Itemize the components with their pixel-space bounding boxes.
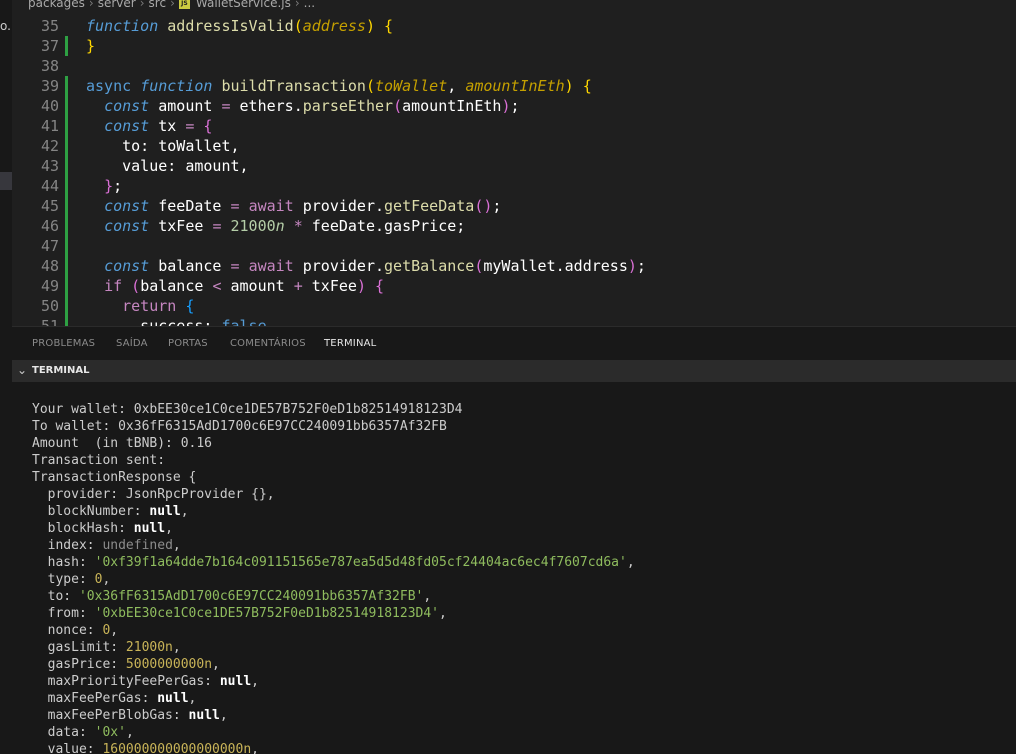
code-text: const txFee = 21000n * feeDate.gasPrice; xyxy=(104,217,466,235)
line-number: 39 xyxy=(40,77,59,95)
terminal-section-title: TERMINAL xyxy=(32,365,90,376)
terminal-line: TransactionResponse { xyxy=(32,470,197,485)
terminal-line: index: undefined, xyxy=(32,538,181,553)
line-number: 45 xyxy=(40,197,59,215)
breadcrumb-item-symbols[interactable]: ... xyxy=(304,0,315,10)
terminal-line: Your wallet: 0xbEE30ce1C0ce1DE57B752F0eD… xyxy=(32,402,463,417)
terminal-line: maxFeePerGas: null, xyxy=(32,691,197,706)
line-number: 51 xyxy=(40,317,59,326)
terminal-line: blockHash: null, xyxy=(32,521,173,536)
tab-output[interactable]: SAÍDA xyxy=(116,338,148,349)
breadcrumb-item-file[interactable]: WalletService.js xyxy=(196,0,291,10)
terminal-line: from: '0xbEE30ce1C0ce1DE57B752F0eD1b8251… xyxy=(32,606,447,621)
js-file-icon: JS xyxy=(178,0,190,9)
terminal-line: value: 160000000000000000n, xyxy=(32,742,259,754)
terminal-output[interactable]: Your wallet: 0xbEE30ce1C0ce1DE57B752F0eD… xyxy=(12,382,1016,754)
code-text: function addressIsValid(address) { xyxy=(86,17,394,35)
tab-ports[interactable]: PORTAS xyxy=(168,338,208,349)
code-text: return { xyxy=(122,297,195,315)
code-text: const feeDate = await provider.getFeeDat… xyxy=(104,197,502,215)
terminal-line: Amount (in tBNB): 0.16 xyxy=(32,436,213,451)
line-number: 37 xyxy=(40,37,59,55)
chevron-right-icon: › xyxy=(139,0,145,10)
terminal-line: gasPrice: 5000000000n, xyxy=(32,657,220,672)
chevron-down-icon[interactable]: ⌄ xyxy=(17,363,27,377)
line-number: 41 xyxy=(40,117,59,135)
tab-problems[interactable]: PROBLEMAS xyxy=(32,338,95,349)
line-number: 49 xyxy=(40,277,59,295)
activity-strip: o... xyxy=(0,0,19,754)
code-text: if (balance < amount + txFee) { xyxy=(104,277,385,295)
chevron-right-icon: › xyxy=(170,0,175,10)
terminal-line: blockNumber: null, xyxy=(32,504,189,519)
line-number: 40 xyxy=(40,97,59,115)
code-text: }; xyxy=(104,177,123,195)
chevron-right-icon: › xyxy=(294,0,300,10)
terminal-line: provider: JsonRpcProvider {}, xyxy=(32,487,275,502)
code-text: } xyxy=(86,37,96,55)
modified-lines-indicator xyxy=(65,36,68,56)
terminal-section-header[interactable]: ⌄ TERMINAL xyxy=(12,360,1016,382)
line-number: 43 xyxy=(40,157,59,175)
terminal-line: data: '0x', xyxy=(32,725,134,740)
code-text: success: false xyxy=(86,317,267,326)
chevron-right-icon: › xyxy=(88,0,94,10)
breadcrumb-item-packages[interactable]: packages xyxy=(28,0,85,10)
tab-terminal[interactable]: TERMINAL xyxy=(324,338,376,349)
terminal-line: maxPriorityFeePerGas: null, xyxy=(32,674,259,689)
panel-tab-bar: PROBLEMAS SAÍDA PORTAS COMENTÁRIOS TERMI… xyxy=(12,326,1016,361)
line-number: 50 xyxy=(40,297,59,315)
line-number: 35 xyxy=(40,17,59,35)
breadcrumb-item-src[interactable]: src xyxy=(149,0,167,10)
line-number: 46 xyxy=(40,217,59,235)
code-text: async function buildTransaction(toWallet… xyxy=(86,77,592,95)
terminal-line: nonce: 0, xyxy=(32,623,119,638)
code-text: const amount = ethers.parseEther(amountI… xyxy=(104,97,520,115)
sidebar-selection xyxy=(0,172,12,190)
terminal-line: Transaction sent: xyxy=(32,453,166,468)
terminal-line: hash: '0xf39f1a64dde7b164c091151565e787e… xyxy=(32,555,635,570)
line-number: 42 xyxy=(40,137,59,155)
breadcrumb: packages › server › src › JS WalletService.js ›.… xyxy=(12,0,1016,14)
terminal-line: to: '0x36fF6315AdD1700c6E97CC240091bb635… xyxy=(32,589,432,604)
tab-comments[interactable]: COMENTÁRIOS xyxy=(230,338,306,349)
code-editor[interactable]: 35 function addressIsValid(address) { 37} 3… xyxy=(12,14,1016,326)
code-text: const balance = await provider.getBalanc… xyxy=(104,257,646,275)
code-text: const tx = { xyxy=(104,117,213,135)
line-number: 44 xyxy=(40,177,59,195)
terminal-line: gasLimit: 21000n, xyxy=(32,640,181,655)
terminal-line: maxFeePerBlobGas: null, xyxy=(32,708,228,723)
terminal-line: type: 0, xyxy=(32,572,111,587)
code-text: to: toWallet, xyxy=(86,137,240,155)
modified-lines-indicator xyxy=(65,76,68,326)
breadcrumb-item-server[interactable]: server xyxy=(98,0,136,10)
line-number: 47 xyxy=(40,237,59,255)
line-number: 48 xyxy=(40,257,59,275)
code-text: value: amount, xyxy=(86,157,249,175)
terminal-line: To wallet: 0x36fF6315AdD1700c6E97CC24009… xyxy=(32,419,447,434)
line-number: 38 xyxy=(40,57,59,75)
